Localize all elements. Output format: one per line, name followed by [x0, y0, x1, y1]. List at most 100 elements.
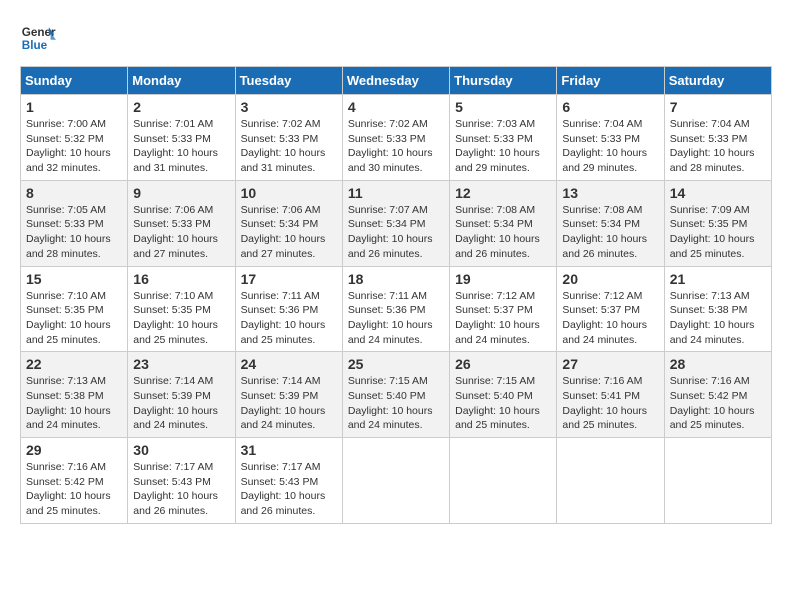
day-number: 17	[241, 271, 337, 287]
day-info: Sunrise: 7:07 AM Sunset: 5:34 PM Dayligh…	[348, 203, 444, 262]
day-info: Sunrise: 7:02 AM Sunset: 5:33 PM Dayligh…	[348, 117, 444, 176]
day-number: 3	[241, 99, 337, 115]
day-cell: 24 Sunrise: 7:14 AM Sunset: 5:39 PM Dayli…	[235, 352, 342, 438]
calendar-table: SundayMondayTuesdayWednesdayThursdayFrid…	[20, 66, 772, 524]
day-info: Sunrise: 7:16 AM Sunset: 5:42 PM Dayligh…	[26, 460, 122, 519]
day-number: 30	[133, 442, 229, 458]
day-number: 21	[670, 271, 766, 287]
day-info: Sunrise: 7:17 AM Sunset: 5:43 PM Dayligh…	[241, 460, 337, 519]
day-cell: 2Sunrise: 7:01 AM Sunset: 5:33 PM Daylig…	[128, 95, 235, 181]
day-info: Sunrise: 7:11 AM Sunset: 5:36 PM Dayligh…	[241, 289, 337, 348]
day-number: 16	[133, 271, 229, 287]
day-number: 15	[26, 271, 122, 287]
col-header-thursday: Thursday	[450, 67, 557, 95]
day-info: Sunrise: 7:00 AM Sunset: 5:32 PM Dayligh…	[26, 117, 122, 176]
day-cell: 18Sunrise: 7:11 AM Sunset: 5:36 PM Dayli…	[342, 266, 449, 352]
page-header: General Blue	[20, 20, 772, 56]
day-cell: 23 Sunrise: 7:14 AM Sunset: 5:39 PM Dayli…	[128, 352, 235, 438]
day-number: 31	[241, 442, 337, 458]
day-cell: 14Sunrise: 7:09 AM Sunset: 5:35 PM Dayli…	[664, 180, 771, 266]
day-cell: 31 Sunrise: 7:17 AM Sunset: 5:43 PM Dayli…	[235, 438, 342, 524]
day-number: 7	[670, 99, 766, 115]
col-header-sunday: Sunday	[21, 67, 128, 95]
logo-icon: General Blue	[20, 20, 56, 56]
day-number: 20	[562, 271, 658, 287]
day-info: Sunrise: 7:14 AM Sunset: 5:39 PM Dayligh…	[133, 374, 229, 433]
day-number: 29	[26, 442, 122, 458]
day-info: Sunrise: 7:14 AM Sunset: 5:39 PM Dayligh…	[241, 374, 337, 433]
day-cell: 29 Sunrise: 7:16 AM Sunset: 5:42 PM Dayli…	[21, 438, 128, 524]
day-number: 2	[133, 99, 229, 115]
week-row-2: 8 Sunrise: 7:05 AM Sunset: 5:33 PM Daylig…	[21, 180, 772, 266]
day-number: 28	[670, 356, 766, 372]
day-cell: 4 Sunrise: 7:02 AM Sunset: 5:33 PM Daylig…	[342, 95, 449, 181]
day-cell: 5 Sunrise: 7:03 AM Sunset: 5:33 PM Daylig…	[450, 95, 557, 181]
day-cell: 22 Sunrise: 7:13 AM Sunset: 5:38 PM Dayli…	[21, 352, 128, 438]
day-number: 19	[455, 271, 551, 287]
day-info: Sunrise: 7:12 AM Sunset: 5:37 PM Dayligh…	[455, 289, 551, 348]
day-info: Sunrise: 7:17 AM Sunset: 5:43 PM Dayligh…	[133, 460, 229, 519]
col-header-friday: Friday	[557, 67, 664, 95]
day-info: Sunrise: 7:11 AM Sunset: 5:36 PM Dayligh…	[348, 289, 444, 348]
header-row: SundayMondayTuesdayWednesdayThursdayFrid…	[21, 67, 772, 95]
day-number: 4	[348, 99, 444, 115]
day-info: Sunrise: 7:08 AM Sunset: 5:34 PM Dayligh…	[455, 203, 551, 262]
day-number: 23	[133, 356, 229, 372]
day-info: Sunrise: 7:13 AM Sunset: 5:38 PM Dayligh…	[670, 289, 766, 348]
day-info: Sunrise: 7:15 AM Sunset: 5:40 PM Dayligh…	[348, 374, 444, 433]
col-header-saturday: Saturday	[664, 67, 771, 95]
day-info: Sunrise: 7:08 AM Sunset: 5:34 PM Dayligh…	[562, 203, 658, 262]
day-cell: 9 Sunrise: 7:06 AM Sunset: 5:33 PM Daylig…	[128, 180, 235, 266]
day-cell: 1Sunrise: 7:00 AM Sunset: 5:32 PM Daylig…	[21, 95, 128, 181]
logo: General Blue	[20, 20, 62, 56]
day-info: Sunrise: 7:02 AM Sunset: 5:33 PM Dayligh…	[241, 117, 337, 176]
day-info: Sunrise: 7:06 AM Sunset: 5:33 PM Dayligh…	[133, 203, 229, 262]
day-cell: 8 Sunrise: 7:05 AM Sunset: 5:33 PM Daylig…	[21, 180, 128, 266]
day-number: 26	[455, 356, 551, 372]
day-info: Sunrise: 7:12 AM Sunset: 5:37 PM Dayligh…	[562, 289, 658, 348]
day-info: Sunrise: 7:16 AM Sunset: 5:41 PM Dayligh…	[562, 374, 658, 433]
day-cell: 3 Sunrise: 7:02 AM Sunset: 5:33 PM Daylig…	[235, 95, 342, 181]
day-info: Sunrise: 7:04 AM Sunset: 5:33 PM Dayligh…	[562, 117, 658, 176]
day-number: 8	[26, 185, 122, 201]
day-cell: 28 Sunrise: 7:16 AM Sunset: 5:42 PM Dayli…	[664, 352, 771, 438]
day-cell	[557, 438, 664, 524]
day-number: 6	[562, 99, 658, 115]
day-cell: 30 Sunrise: 7:17 AM Sunset: 5:43 PM Dayli…	[128, 438, 235, 524]
day-cell	[342, 438, 449, 524]
day-cell: 19 Sunrise: 7:12 AM Sunset: 5:37 PM Dayli…	[450, 266, 557, 352]
col-header-tuesday: Tuesday	[235, 67, 342, 95]
day-cell: 27Sunrise: 7:16 AM Sunset: 5:41 PM Dayli…	[557, 352, 664, 438]
day-number: 13	[562, 185, 658, 201]
day-info: Sunrise: 7:10 AM Sunset: 5:35 PM Dayligh…	[133, 289, 229, 348]
week-row-5: 29 Sunrise: 7:16 AM Sunset: 5:42 PM Dayli…	[21, 438, 772, 524]
day-cell: 21 Sunrise: 7:13 AM Sunset: 5:38 PM Dayli…	[664, 266, 771, 352]
svg-text:Blue: Blue	[22, 39, 48, 52]
day-number: 5	[455, 99, 551, 115]
day-number: 11	[348, 185, 444, 201]
day-number: 24	[241, 356, 337, 372]
day-number: 14	[670, 185, 766, 201]
day-cell: 12Sunrise: 7:08 AM Sunset: 5:34 PM Dayli…	[450, 180, 557, 266]
day-cell: 11 Sunrise: 7:07 AM Sunset: 5:34 PM Dayli…	[342, 180, 449, 266]
week-row-1: 1Sunrise: 7:00 AM Sunset: 5:32 PM Daylig…	[21, 95, 772, 181]
col-header-monday: Monday	[128, 67, 235, 95]
day-number: 22	[26, 356, 122, 372]
day-cell: 20 Sunrise: 7:12 AM Sunset: 5:37 PM Dayli…	[557, 266, 664, 352]
day-info: Sunrise: 7:06 AM Sunset: 5:34 PM Dayligh…	[241, 203, 337, 262]
day-cell: 6 Sunrise: 7:04 AM Sunset: 5:33 PM Daylig…	[557, 95, 664, 181]
day-cell: 7 Sunrise: 7:04 AM Sunset: 5:33 PM Daylig…	[664, 95, 771, 181]
day-cell: 26 Sunrise: 7:15 AM Sunset: 5:40 PM Dayli…	[450, 352, 557, 438]
day-info: Sunrise: 7:03 AM Sunset: 5:33 PM Dayligh…	[455, 117, 551, 176]
day-info: Sunrise: 7:10 AM Sunset: 5:35 PM Dayligh…	[26, 289, 122, 348]
day-info: Sunrise: 7:04 AM Sunset: 5:33 PM Dayligh…	[670, 117, 766, 176]
day-cell: 17 Sunrise: 7:11 AM Sunset: 5:36 PM Dayli…	[235, 266, 342, 352]
day-info: Sunrise: 7:15 AM Sunset: 5:40 PM Dayligh…	[455, 374, 551, 433]
day-info: Sunrise: 7:13 AM Sunset: 5:38 PM Dayligh…	[26, 374, 122, 433]
week-row-4: 22 Sunrise: 7:13 AM Sunset: 5:38 PM Dayli…	[21, 352, 772, 438]
day-info: Sunrise: 7:16 AM Sunset: 5:42 PM Dayligh…	[670, 374, 766, 433]
day-number: 25	[348, 356, 444, 372]
day-info: Sunrise: 7:05 AM Sunset: 5:33 PM Dayligh…	[26, 203, 122, 262]
day-number: 9	[133, 185, 229, 201]
col-header-wednesday: Wednesday	[342, 67, 449, 95]
